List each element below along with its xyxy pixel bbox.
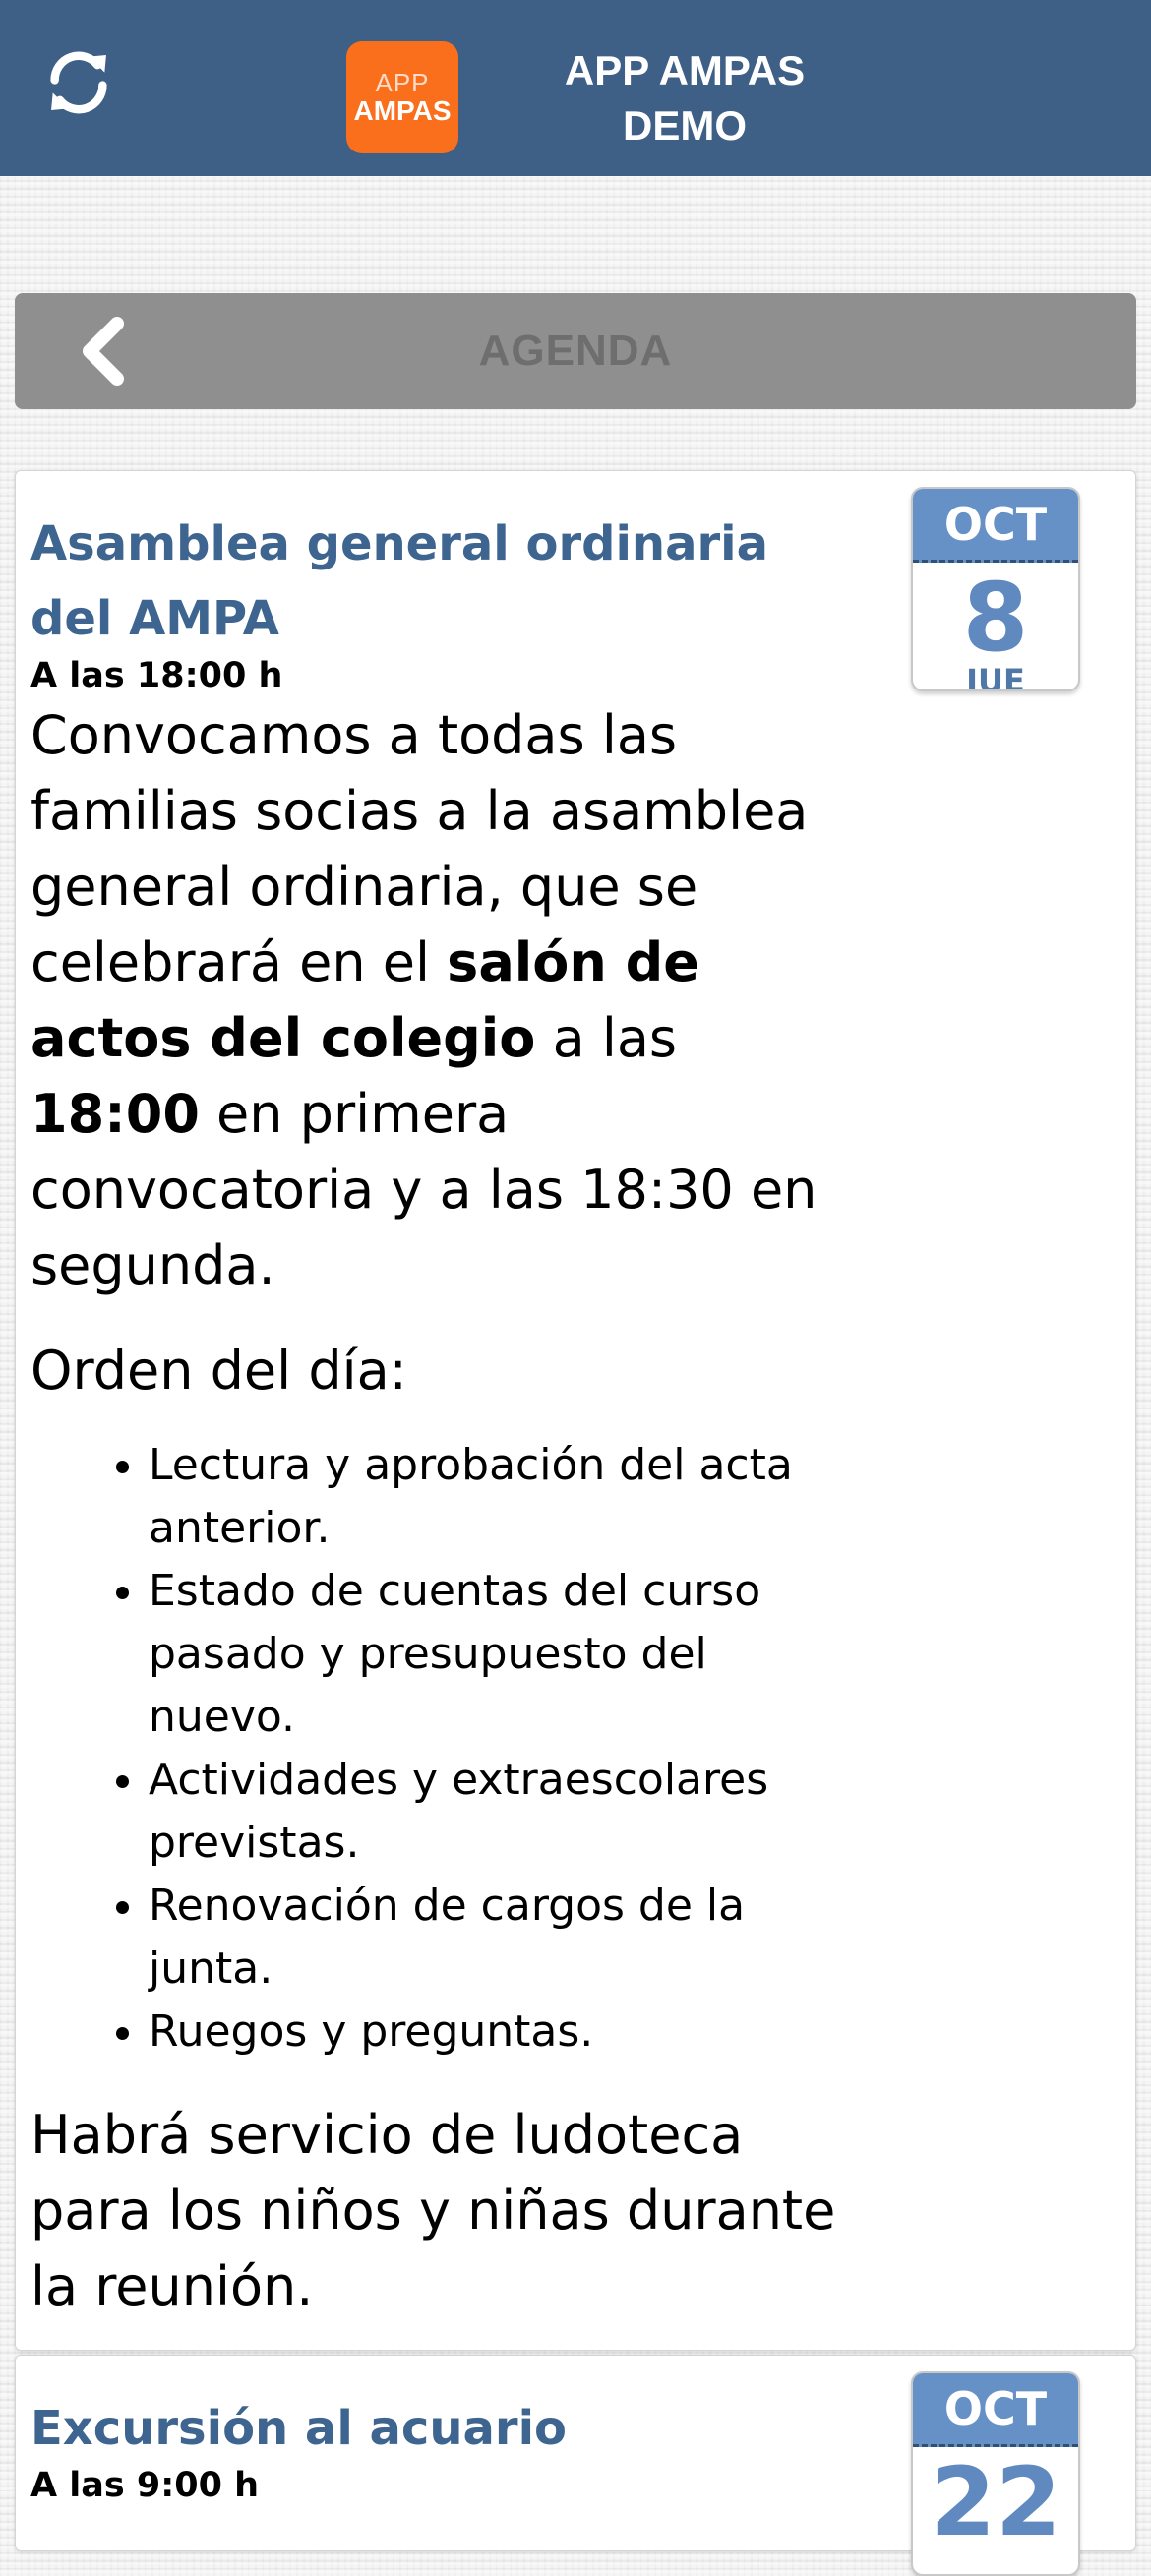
- event-footer-note: Habrá servicio de ludoteca para los niño…: [30, 2104, 836, 2317]
- app-logo: APP AMPAS: [346, 41, 458, 153]
- section-bar: AGENDA: [15, 293, 1136, 409]
- app-title: APP AMPAS DEMO: [564, 47, 806, 149]
- agenda-item: Estado de cuentas del curso pasado y pre…: [149, 1560, 847, 1749]
- event-card[interactable]: Excursión al acuario A las 9:00 h OCT 22: [15, 2355, 1136, 2576]
- agenda-item: Actividades y extraescolares previstas.: [149, 1749, 847, 1875]
- agenda-item: Renovación de cargos de la junta.: [149, 1875, 847, 2001]
- desc-emphasis: 18:00: [30, 1083, 200, 1145]
- chevron-left-icon: [83, 317, 124, 386]
- agenda-heading: Orden del día:: [30, 1340, 407, 1402]
- desc-text: a las: [535, 1007, 678, 1069]
- section-title: AGENDA: [478, 327, 673, 375]
- agenda-item: Ruegos y preguntas.: [149, 2001, 847, 2064]
- date-month: OCT: [913, 489, 1078, 563]
- event-title[interactable]: Excursión al acuario: [30, 2391, 847, 2466]
- logo-text-bottom: AMPAS: [353, 95, 452, 126]
- date-day: 22: [930, 2447, 1061, 2557]
- event-card[interactable]: Asamblea general ordinaria del AMPA A la…: [15, 470, 1136, 2351]
- event-title[interactable]: Asamblea general ordinaria del AMPA: [30, 507, 847, 656]
- logo-text-top: APP: [375, 68, 430, 97]
- date-badge: OCT 8 JUE: [911, 487, 1080, 691]
- event-time: A las 9:00 h: [30, 2466, 260, 2505]
- date-badge: OCT 22: [911, 2371, 1080, 2576]
- refresh-icon: [50, 51, 107, 114]
- back-button[interactable]: [54, 303, 152, 399]
- event-time: A las 18:00 h: [30, 656, 283, 695]
- agenda-list: Lectura y aprobación del acta anterior. …: [30, 1434, 847, 2064]
- refresh-button[interactable]: [30, 33, 128, 132]
- date-weekday: JUE: [966, 662, 1025, 691]
- agenda-item: Lectura y aprobación del acta anterior.: [149, 1434, 847, 1560]
- event-body: Asamblea general ordinaria del AMPA A la…: [30, 510, 847, 2324]
- app-header: APP AMPAS APP AMPAS DEMO: [0, 0, 1151, 176]
- event-description: Convocamos a todas las familias socias a…: [30, 697, 847, 1303]
- date-day: 8: [962, 563, 1029, 673]
- date-month: OCT: [913, 2373, 1078, 2447]
